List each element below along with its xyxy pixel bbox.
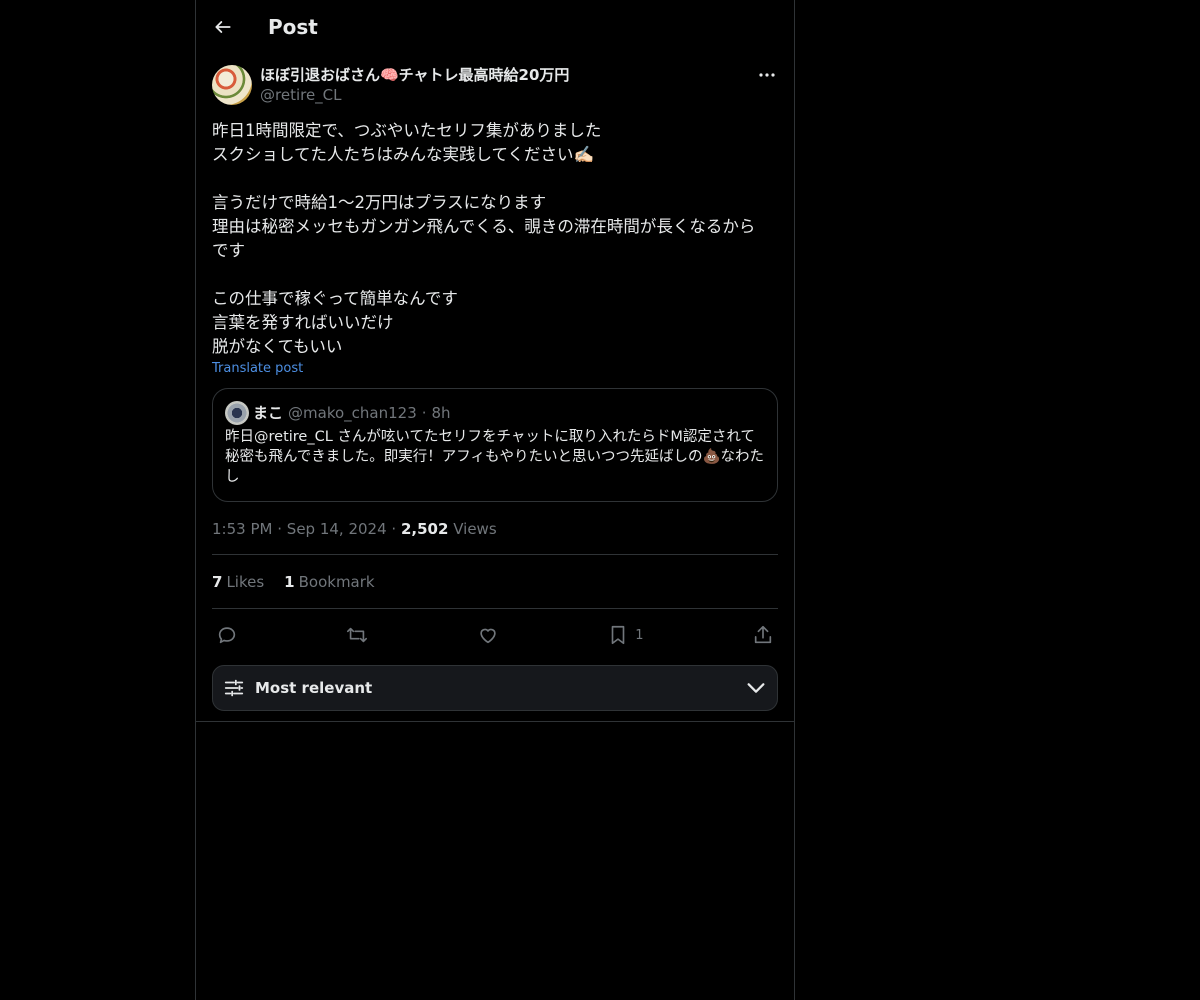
post-column: Post ほぼ引退おばさん🧠チャトレ最高時給20万円 @retire_CL 昨日… (195, 0, 795, 1000)
post-meta: 1:53 PM · Sep 14, 2024 · 2,502 Views (212, 519, 778, 539)
bookmarks-stat[interactable]: 1 Bookmark (284, 573, 374, 591)
like-button[interactable] (477, 624, 499, 646)
chevron-down-icon (747, 683, 765, 693)
quoted-separator: · (421, 404, 427, 422)
author-handle[interactable]: @retire_CL (260, 85, 569, 105)
views-count: 2,502 (400, 520, 449, 538)
bookmark-button[interactable]: 1 (607, 624, 644, 646)
share-button[interactable] (752, 624, 774, 646)
post-time[interactable]: 1:53 PM (212, 520, 272, 538)
more-horizontal-icon (759, 73, 775, 77)
quoted-text: 昨日@retire_CL さんが呟いてたセリフをチャットに取り入れたらドM認定さ… (225, 429, 765, 485)
bookmark-count: 1 (635, 627, 644, 643)
views-label: Views (453, 520, 497, 538)
author-display-name[interactable]: ほぼ引退おばさん🧠チャトレ最高時給20万円 (260, 65, 569, 85)
action-bar: 1 (212, 611, 778, 659)
back-button[interactable] (196, 0, 250, 54)
reply-icon (218, 627, 236, 644)
reply-button[interactable] (216, 624, 238, 646)
quoted-time: 8h (431, 404, 451, 422)
quoted-post-header: まこ @mako_chan123 · 8h (225, 401, 765, 425)
share-icon (754, 625, 772, 644)
meta-separator: · (277, 520, 283, 538)
post-stats: 7 Likes 1 Bookmark (212, 555, 778, 608)
header: Post (196, 0, 794, 54)
bookmark-icon (611, 625, 625, 645)
quoted-handle: @mako_chan123 (288, 404, 417, 422)
repost-icon (347, 627, 368, 643)
post-date[interactable]: Sep 14, 2024 (287, 520, 387, 538)
arrow-left-icon (215, 21, 231, 33)
sort-label: Most relevant (255, 679, 373, 697)
likes-stat[interactable]: 7 Likes (212, 573, 264, 591)
quoted-avatar (225, 401, 249, 425)
post-text: 昨日1時間限定で、つぶやいたセリフ集がありました スクショしてた人たちはみんな実… (212, 121, 756, 356)
quoted-post[interactable]: まこ @mako_chan123 · 8h 昨日@retire_CL さんが呟い… (212, 388, 778, 502)
post-author: ほぼ引退おばさん🧠チャトレ最高時給20万円 @retire_CL (212, 65, 778, 105)
meta-separator: · (391, 520, 397, 538)
translate-post-link[interactable]: Translate post (212, 361, 778, 376)
page-title: Post (268, 15, 318, 39)
divider (196, 721, 794, 722)
sort-replies-dropdown[interactable]: Most relevant (212, 665, 778, 711)
quoted-display-name: まこ (253, 404, 284, 422)
divider (212, 608, 778, 609)
sliders-icon (224, 679, 244, 697)
more-button[interactable] (756, 65, 778, 85)
avatar[interactable] (212, 65, 252, 105)
post: ほぼ引退おばさん🧠チャトレ最高時給20万円 @retire_CL 昨日1時間限定… (196, 65, 794, 711)
heart-icon (480, 628, 496, 644)
repost-button[interactable] (346, 624, 368, 646)
